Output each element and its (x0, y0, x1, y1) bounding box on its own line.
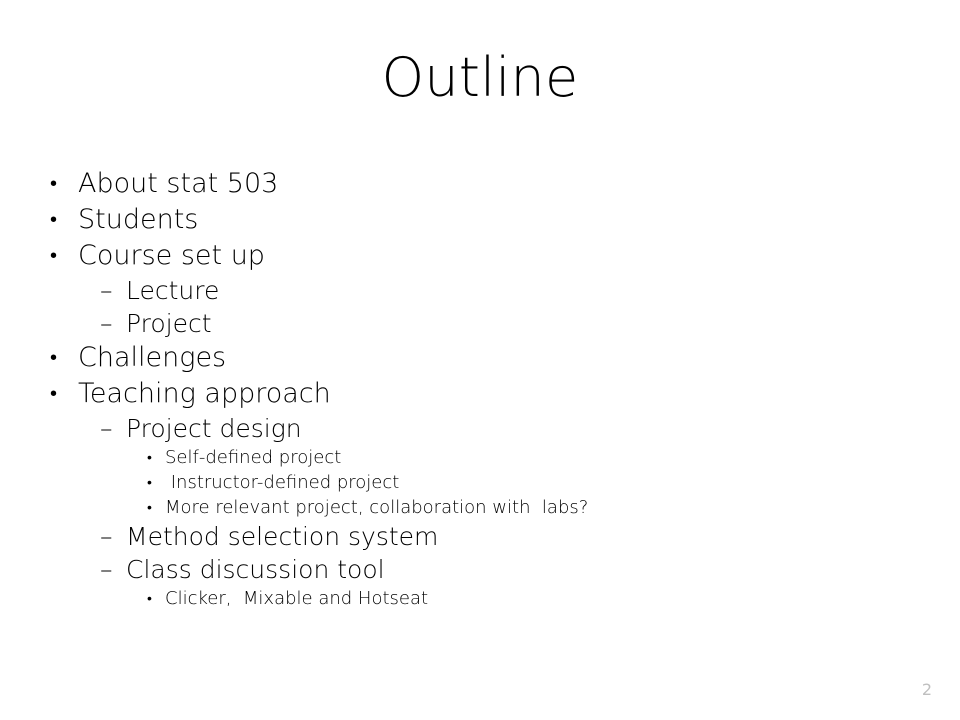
outline-item-level2: – Lecture (50, 274, 930, 307)
outline-item-label: About stat 503 (78, 168, 279, 199)
outline-item-level2: – Method selection system (50, 520, 930, 553)
dash-bullet-icon: – (100, 309, 113, 338)
outline-item-label: Instructor-defined project (165, 472, 400, 493)
outline-item-level1: • Students (50, 202, 930, 238)
outline-item-level1: • About stat 503 (50, 166, 930, 202)
outline-item-label: Project (126, 309, 212, 338)
outline-item-label: Project design (126, 414, 302, 443)
outline-item-label: Students (78, 204, 199, 235)
page-number: 2 (921, 680, 932, 699)
round-bullet-icon: • (50, 381, 58, 405)
round-bullet-icon: • (50, 243, 58, 267)
dash-bullet-icon: – (100, 555, 113, 584)
outline-item-label: Lecture (126, 276, 220, 305)
outline-item-level2: – Project (50, 307, 930, 340)
round-bullet-icon: • (147, 500, 152, 516)
outline-item-level1: • Teaching approach (50, 376, 930, 412)
round-bullet-icon: • (147, 450, 152, 466)
outline-item-level1: • Challenges (50, 340, 930, 376)
outline-item-label: Challenges (78, 342, 227, 373)
outline-item-label: Course set up (78, 240, 265, 271)
round-bullet-icon: • (147, 591, 152, 607)
outline-item-level2: – Class discussion tool (50, 553, 930, 586)
dash-bullet-icon: – (100, 414, 113, 443)
outline-item-level3: • More relevant project, collaboration wi… (50, 495, 930, 520)
outline-item-level2: – Project design (50, 412, 930, 445)
outline-item-level3: • Instructor-defined project (50, 470, 930, 495)
round-bullet-icon: • (50, 207, 58, 231)
slide-canvas: Outline • About stat 503 • Students • Course … (0, 0, 960, 720)
round-bullet-icon: • (147, 475, 152, 491)
outline-item-label: Teaching approach (78, 378, 331, 409)
outline-item-label: More relevant project, collaboration wit… (165, 497, 589, 518)
page-title: Outline (381, 46, 579, 109)
dash-bullet-icon: – (100, 522, 113, 551)
outline-item-label: Clicker, Mixable and Hotseat (165, 588, 429, 609)
outline-item-level3: • Self-defined project (50, 445, 930, 470)
outline-item-level1: • Course set up (50, 238, 930, 274)
outline-list: • About stat 503 • Students • Course set up – L… (50, 166, 930, 611)
round-bullet-icon: • (50, 345, 58, 369)
outline-item-label: Self-defined project (165, 447, 342, 468)
outline-item-level3: • Clicker, Mixable and Hotseat (50, 586, 930, 611)
round-bullet-icon: • (50, 171, 58, 195)
outline-item-label: Class discussion tool (126, 555, 385, 584)
outline-item-label: Method selection system (126, 522, 439, 551)
dash-bullet-icon: – (100, 276, 113, 305)
